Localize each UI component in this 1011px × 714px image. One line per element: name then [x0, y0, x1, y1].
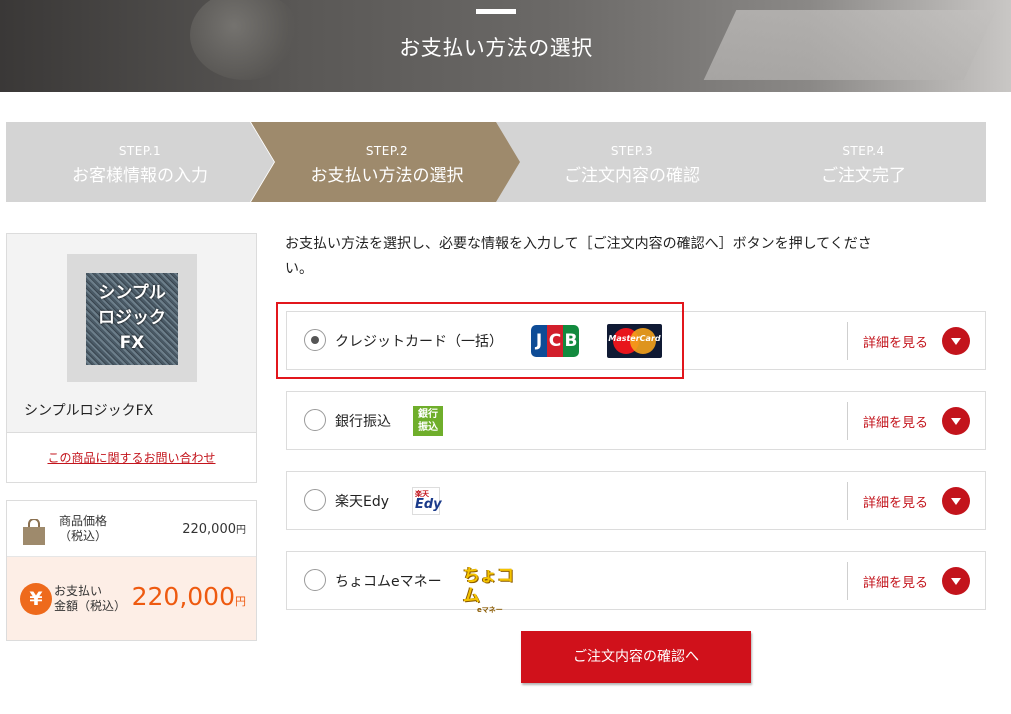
thumbnail-text-line3: FX: [119, 333, 145, 353]
rakuten-edy-label: 楽天Edy: [335, 494, 390, 510]
chocom-detail-link[interactable]: 詳細を見る: [863, 572, 928, 591]
edy-logo-main: Edy: [415, 497, 442, 512]
step-3: STEP.3 ご注文内容の確認: [496, 122, 768, 202]
rakuten-edy-logo: 楽天 Edy: [412, 487, 442, 515]
chocom-logo-main: ちょコム: [463, 566, 514, 606]
step-4: STEP.4 ご注文完了: [741, 122, 986, 202]
chocom-radio[interactable]: [304, 569, 326, 591]
total-price-label: お支払い 金額（税込）: [54, 584, 126, 614]
step-3-label: ご注文内容の確認: [564, 166, 700, 186]
thumbnail-text-line2: ロジック: [98, 308, 166, 328]
product-summary: シンプル ロジック FX シンプルロジックFX この商品に関するお問い合わせ: [6, 233, 257, 483]
product-thumbnail: シンプル ロジック FX: [86, 273, 178, 365]
confirm-order-button[interactable]: ご注文内容の確認へ: [521, 631, 751, 683]
item-price-label: 商品価格 （税込）: [59, 514, 107, 544]
item-price-label-line1: 商品価格: [59, 514, 108, 528]
bank-logo-line1: 銀行: [418, 409, 438, 420]
chocom-logo: ちょコム eマネー: [463, 566, 521, 614]
step-1-number: STEP.1: [118, 144, 162, 158]
instructions-text: お支払い方法を選択し、必要な情報を入力して［ご注文内容の確認へ］ボタンを押してく…: [285, 236, 872, 277]
step-4-number: STEP.4: [842, 144, 885, 158]
step-1-label: お客様情報の入力: [72, 166, 208, 186]
total-price-label-line1: お支払い: [54, 584, 103, 598]
step-3-number: STEP.3: [610, 144, 654, 158]
method-divider: [847, 482, 848, 520]
rakuten-edy-detail-link[interactable]: 詳細を見る: [863, 492, 928, 511]
product-inquiry-area: この商品に関するお問い合わせ: [7, 432, 256, 482]
rakuten-edy-radio[interactable]: [304, 489, 326, 511]
product-inquiry-link[interactable]: この商品に関するお問い合わせ: [47, 451, 215, 465]
chocom-logo-sub: eマネー: [477, 606, 503, 614]
method-divider: [847, 402, 848, 440]
header-accent-bar: [476, 9, 516, 14]
total-price-label-line2: 金額（税込）: [54, 599, 127, 613]
step-2-number: STEP.2: [365, 144, 409, 158]
step-1: STEP.1 お客様情報の入力: [6, 122, 274, 202]
payment-method-rakuten-edy[interactable]: 楽天Edy 楽天 Edy 詳細を見る: [286, 471, 986, 530]
step-2-label: お支払い方法の選択: [310, 166, 464, 186]
total-price-value: 220,000円: [132, 582, 246, 611]
selected-method-highlight: [276, 302, 684, 379]
step-2: STEP.2 お支払い方法の選択: [251, 122, 523, 202]
shopping-bag-icon: [23, 519, 45, 545]
page-title: お支払い方法の選択: [399, 36, 593, 60]
item-price-label-line2: （税込）: [59, 529, 108, 543]
chocom-label: ちょコムeマネー: [335, 574, 442, 590]
total-price-amount: 220,000: [131, 582, 235, 611]
step-progress: STEP.1 お客様情報の入力 STEP.2 お支払い方法の選択 STEP.3 …: [6, 122, 986, 202]
item-price-value: 220,000円: [182, 521, 246, 537]
page-header: お支払い方法の選択: [0, 0, 1011, 92]
bank-transfer-logo: 銀行 振込: [413, 406, 443, 436]
bank-transfer-detail-link[interactable]: 詳細を見る: [863, 412, 928, 431]
chevron-down-icon[interactable]: [942, 567, 970, 595]
item-price-amount: 220,000: [182, 522, 236, 537]
total-price-row: ¥ お支払い 金額（税込） 220,000円: [7, 557, 256, 640]
thumbnail-text-line1: シンプル: [98, 283, 166, 303]
product-thumbnail-frame: シンプル ロジック FX: [67, 254, 197, 382]
chevron-down-icon[interactable]: [942, 327, 970, 355]
chevron-down-icon[interactable]: [942, 487, 970, 515]
total-price-unit: 円: [235, 595, 246, 608]
payment-method-bank-transfer[interactable]: 銀行振込 銀行 振込 詳細を見る: [286, 391, 986, 450]
item-price-row: 商品価格 （税込） 220,000円: [7, 501, 256, 557]
method-divider: [847, 562, 848, 600]
bank-logo-line2: 振込: [418, 422, 438, 433]
payment-method-chocom[interactable]: ちょコムeマネー ちょコム eマネー 詳細を見る: [286, 551, 986, 614]
product-name: シンプルロジックFX: [24, 403, 154, 419]
bank-transfer-radio[interactable]: [304, 409, 326, 431]
chevron-down-icon[interactable]: [942, 407, 970, 435]
method-divider: [847, 322, 848, 360]
credit-card-detail-link[interactable]: 詳細を見る: [863, 332, 928, 351]
item-price-unit: 円: [236, 525, 246, 536]
price-summary: 商品価格 （税込） 220,000円 ¥ お支払い 金額（税込） 220,000…: [6, 500, 257, 641]
bank-transfer-label: 銀行振込: [335, 414, 391, 430]
yen-icon: ¥: [20, 583, 52, 615]
step-4-label: ご注文完了: [821, 166, 906, 186]
